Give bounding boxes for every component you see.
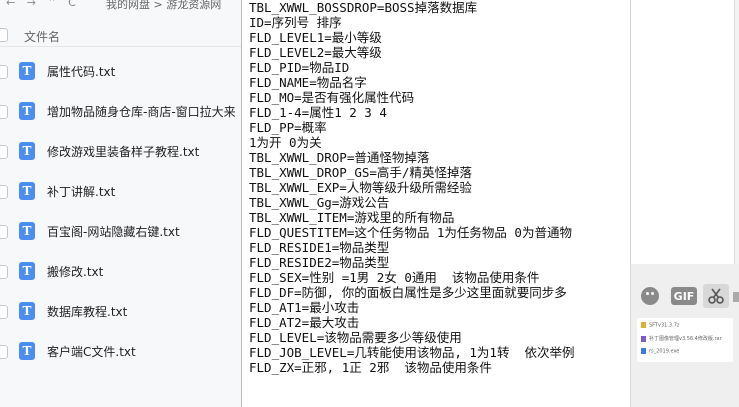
attached-file-name: rs_2019.exe [649, 348, 680, 355]
text-file-icon: T [19, 62, 35, 80]
attached-file[interactable]: 补丁图像管理v3.56.4修改版.rar [641, 335, 731, 343]
file-row[interactable]: T 补丁讲解.txt [0, 172, 241, 212]
breadcrumb[interactable]: 我的网盘 > 游龙资源网 [106, 0, 221, 12]
file-row[interactable]: T 数据库教程.txt [0, 292, 241, 332]
file-row[interactable]: T 客户端C文件.txt [0, 332, 241, 372]
file-checkbox[interactable] [0, 185, 8, 199]
emoji-icon[interactable] [639, 284, 661, 308]
file-checkbox[interactable] [0, 265, 8, 279]
file-checkbox[interactable] [0, 145, 8, 159]
file-name[interactable]: 客户端C文件.txt [47, 343, 136, 360]
file-name[interactable]: 搬修改.txt [47, 263, 103, 280]
text-file-icon: T [19, 142, 35, 160]
text-file-icon: T [19, 342, 35, 360]
file-type-icon [641, 335, 646, 342]
file-checkbox[interactable] [0, 305, 8, 319]
file-row[interactable]: T 搬修改.txt [0, 252, 241, 292]
file-type-icon [641, 348, 646, 354]
file-checkbox[interactable] [0, 65, 8, 79]
text-file-icon: T [19, 222, 35, 240]
chat-scrollbar[interactable] [734, 0, 739, 264]
more-tools-button[interactable] [733, 292, 739, 302]
file-list-header: 文件名 [0, 24, 241, 47]
attached-file[interactable]: rs_2019.exe [641, 348, 731, 356]
document-text[interactable]: TBL_XWWL_BOSSDROP=BOSS掉落数据库 ID=序列号 排序 FL… [242, 0, 631, 375]
file-row[interactable]: T 修改游戏里装备样子教程.txt [0, 132, 241, 172]
attached-file-name: SFTv31.3.7z [649, 322, 680, 329]
file-name[interactable]: 增加物品随身仓库-商店-窗口拉大来 [47, 103, 236, 120]
file-checkbox[interactable] [0, 345, 8, 359]
chat-toolbar: GIF [631, 284, 739, 310]
text-file-icon: T [19, 182, 35, 200]
file-name[interactable]: 修改游戏里装备样子教程.txt [47, 143, 199, 160]
file-name[interactable]: 百宝阁-网站隐藏右键.txt [47, 223, 180, 240]
attached-file[interactable]: SFTv31.3.7z [641, 322, 731, 330]
text-file-icon: T [19, 102, 35, 120]
file-manager-panel: ← → ⌃ C 我的网盘 > 游龙资源网 文件名 T 属性代码.txt T 增加物品随… [0, 0, 241, 407]
select-all-checkbox[interactable] [0, 28, 8, 42]
file-name[interactable]: 属性代码.txt [47, 63, 115, 80]
file-row[interactable]: T 属性代码.txt [0, 52, 241, 92]
gif-button[interactable]: GIF [671, 287, 697, 305]
chat-panel: GIF SFTv31.3.7z 补丁图像管理v3.56.4修改版.rar rs_20… [630, 0, 739, 407]
attached-file-name: 补丁图像管理v3.56.4修改版.rar [649, 336, 722, 342]
file-manager-toolbar: ← → ⌃ C 我的网盘 > 游龙资源网 [0, 0, 241, 14]
file-type-icon [641, 322, 646, 328]
attached-files-list: SFTv31.3.7z 补丁图像管理v3.56.4修改版.rar rs_2019.e… [637, 318, 733, 362]
text-file-icon: T [19, 262, 35, 280]
file-checkbox[interactable] [0, 105, 8, 119]
file-row[interactable]: T 百宝阁-网站隐藏右键.txt [0, 212, 241, 252]
file-name[interactable]: 补丁讲解.txt [47, 183, 115, 200]
chat-history-area [631, 0, 734, 264]
column-header-filename[interactable]: 文件名 [24, 28, 60, 45]
file-name[interactable]: 数据库教程.txt [47, 303, 127, 320]
file-checkbox[interactable] [0, 225, 8, 239]
nav-buttons[interactable]: ← → ⌃ C [6, 0, 80, 9]
file-row[interactable]: T 增加物品随身仓库-商店-窗口拉大来 [0, 92, 241, 132]
scissors-icon[interactable] [703, 284, 729, 308]
text-file-icon: T [19, 302, 35, 320]
text-document-panel[interactable]: TBL_XWWL_BOSSDROP=BOSS掉落数据库 ID=序列号 排序 FL… [241, 0, 631, 407]
